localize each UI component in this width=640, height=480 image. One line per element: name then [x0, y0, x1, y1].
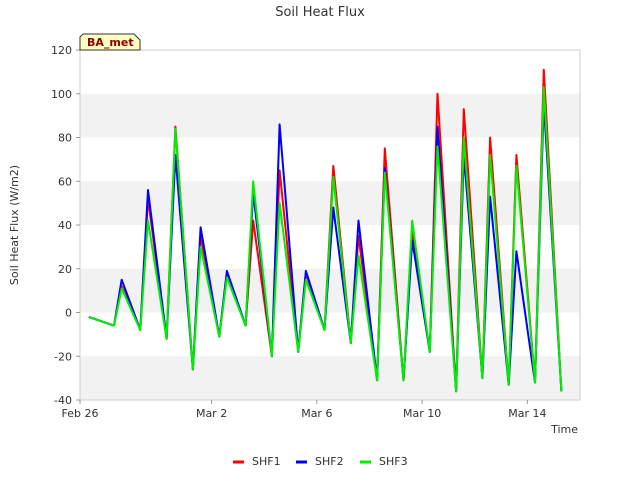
y-tick-label: 20 [58, 263, 72, 276]
y-tick-label: 40 [58, 219, 72, 232]
grid-band [80, 93, 580, 138]
x-tick-label: Mar 2 [196, 407, 227, 420]
x-tick-label: Feb 26 [62, 407, 99, 420]
y-tick-label: 60 [58, 175, 72, 188]
x-tick-label: Mar 10 [403, 407, 441, 420]
y-tick-label: 120 [51, 44, 72, 57]
chart-title: Soil Heat Flux [275, 5, 365, 20]
x-axis-title: Time [550, 423, 578, 436]
x-axis-ticks: Feb 26 Mar 2 Mar 6 Mar 10 Mar 14 [62, 400, 546, 420]
y-tick-label: 100 [51, 88, 72, 101]
x-tick-label: Mar 14 [508, 407, 546, 420]
grid-band [80, 356, 580, 400]
legend-label-shf3: SHF3 [379, 455, 408, 468]
grid-band [80, 268, 580, 313]
legend: SHF1 SHF2 SHF3 [233, 455, 408, 468]
y-axis-title: Soil Heat Flux (W/m2) [8, 165, 21, 285]
y-tick-label: 80 [58, 132, 72, 145]
x-tick-label: Mar 6 [301, 407, 332, 420]
y-tick-label: 0 [65, 307, 72, 320]
site-badge: BA_met [79, 33, 141, 51]
y-tick-label: -20 [54, 350, 72, 363]
legend-label-shf2: SHF2 [315, 455, 344, 468]
badge-label: BA_met [87, 36, 134, 49]
soil-heat-flux-chart: Soil Heat Flux -40 -20 0 20 40 60 80 100 120 Feb… [8, 5, 581, 468]
y-tick-label: -40 [54, 394, 72, 407]
legend-label-shf1: SHF1 [252, 455, 281, 468]
y-axis-ticks: -40 -20 0 20 40 60 80 100 120 [51, 44, 80, 407]
